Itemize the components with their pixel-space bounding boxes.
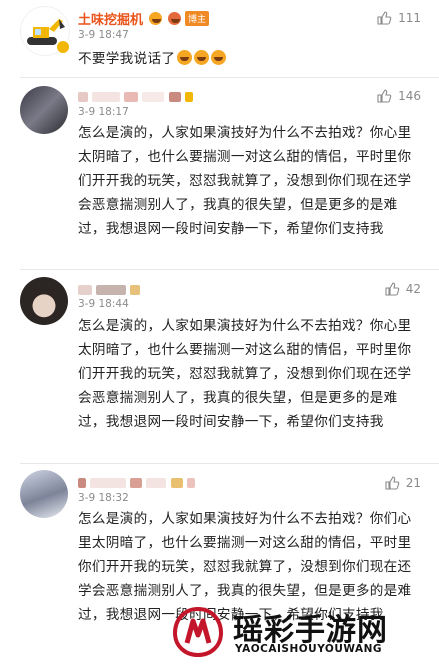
like-count: 146 (398, 89, 421, 103)
like-button[interactable]: 42 (384, 281, 421, 297)
comment-time: 3-9 18:17 (78, 106, 129, 118)
emoji-badge-icon (149, 12, 163, 25)
thumbs-up-icon (377, 11, 392, 25)
author-badge: 博主 (185, 11, 210, 26)
comment-item: 3-9 18:17 146 怎么是演的，人家如果演技好为什么不去拍戏？你心里太阴… (0, 78, 439, 270)
comment-time: 3-9 18:44 (78, 298, 129, 310)
like-count: 21 (405, 476, 421, 490)
thumbs-up-icon (385, 282, 400, 296)
emoji-badge-icon (168, 12, 182, 25)
username-blurred[interactable] (78, 475, 195, 490)
avatar[interactable] (20, 277, 68, 325)
like-count: 42 (405, 282, 421, 296)
watermark-logo-icon (172, 606, 224, 658)
username-blurred[interactable] (78, 282, 141, 297)
emoji-icon (211, 50, 227, 65)
like-button[interactable]: 21 (384, 475, 421, 491)
thumbs-up-icon (377, 89, 392, 103)
like-button[interactable]: 111 (376, 10, 421, 26)
like-button[interactable]: 146 (376, 88, 421, 104)
emoji-icon (194, 50, 210, 65)
comment-text: 怎么是演的，人家如果演技好为什么不去拍戏？你心里太阴暗了，也什么要揣测一对这么甜… (78, 318, 412, 430)
verified-badge-icon (56, 40, 70, 54)
watermark-subtitle: YAOCAISHOUYOUWANG (235, 643, 383, 655)
site-watermark: 瑶彩手游网 YAOCAISHOUYOUWANG (169, 603, 429, 661)
comment-time: 3-9 18:32 (78, 492, 129, 504)
thumbs-up-icon (385, 476, 400, 490)
comment-text: 怎么是演的，人家如果演技好为什么不去拍戏？你心里太阴暗了，也什么要揣测一对这么甜… (78, 125, 412, 237)
username[interactable]: 土味挖掘机 (78, 9, 143, 28)
comment-text: 不要学我说话了 (78, 51, 176, 67)
comment-time: 3-9 18:47 (78, 29, 129, 41)
like-count: 111 (398, 11, 421, 25)
comment-item: 3-9 18:44 42 怎么是演的，人家如果演技好为什么不去拍戏？你心里太阴暗… (0, 270, 439, 462)
avatar[interactable] (20, 86, 68, 134)
username-blurred[interactable] (78, 89, 193, 104)
avatar[interactable] (20, 470, 68, 518)
emoji-icon (177, 50, 193, 65)
comment-author: 土味挖掘机 博主 3-9 18:47 111 不要学我说话了 (0, 0, 439, 78)
